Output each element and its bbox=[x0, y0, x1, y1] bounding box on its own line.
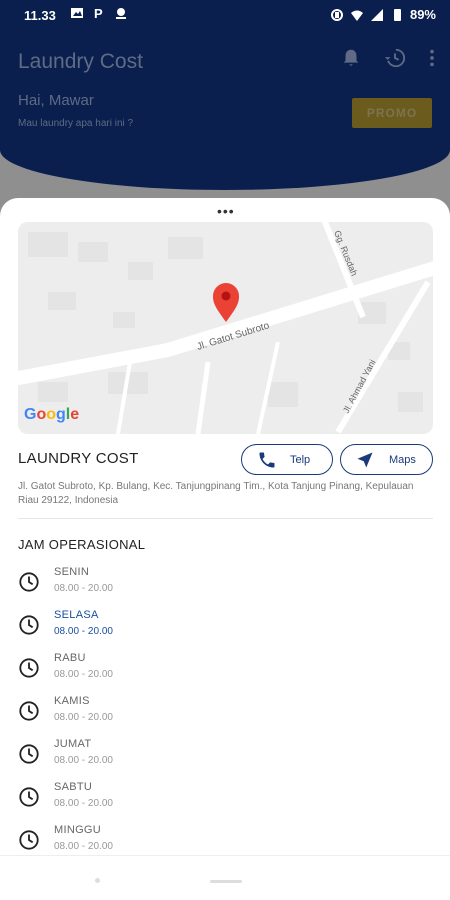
vibrate-icon bbox=[330, 8, 343, 21]
clock-icon bbox=[19, 658, 39, 678]
day-hours: 08.00 - 20.00 bbox=[54, 755, 113, 766]
shop-address: Jl. Gatot Subroto, Kp. Bulang, Kec. Tanj… bbox=[18, 481, 414, 506]
maps-button[interactable]: Maps bbox=[340, 444, 433, 475]
clock-icon bbox=[19, 830, 39, 850]
status-time: 11.33 bbox=[24, 8, 56, 23]
subgreeting: Mau laundry apa hari ini ? bbox=[18, 118, 134, 129]
greeting: Hai, Mawar bbox=[18, 92, 94, 109]
day-hours: 08.00 - 20.00 bbox=[54, 583, 113, 594]
day-hours: 08.00 - 20.00 bbox=[54, 841, 113, 852]
sheet-handle[interactable]: ••• bbox=[217, 204, 235, 218]
data-icon bbox=[116, 8, 126, 19]
day-hours: 08.00 - 20.00 bbox=[54, 669, 113, 680]
telp-label: Telp bbox=[290, 454, 311, 466]
clock-icon bbox=[19, 572, 39, 592]
nav-back-button[interactable] bbox=[95, 878, 100, 883]
map-view[interactable]: Jl. Gatot Subroto Gg. Rusdah Jl. Ahmad Y… bbox=[18, 222, 433, 434]
header: 11.33 P 89% Laundry Cost Hai, Mawar Mau … bbox=[0, 0, 450, 190]
status-left-icons: P bbox=[70, 6, 128, 20]
google-logo: Google bbox=[24, 406, 80, 423]
day-name: MINGGU bbox=[54, 824, 102, 836]
status-bar: 11.33 P 89% bbox=[0, 0, 450, 32]
day-name: SENIN bbox=[54, 566, 90, 578]
day-hours: 08.00 - 20.00 bbox=[54, 626, 113, 637]
day-hours: 08.00 - 20.00 bbox=[54, 798, 113, 809]
app-title: Laundry Cost bbox=[18, 50, 143, 73]
wifi-icon bbox=[350, 10, 363, 21]
svg-text:P: P bbox=[94, 6, 103, 20]
day-name: SABTU bbox=[54, 781, 93, 793]
operating-hours-title: JAM OPERASIONAL bbox=[18, 537, 146, 552]
day-row-kamis: KAMIS 08.00 - 20.00 bbox=[18, 695, 318, 735]
system-nav-bar bbox=[0, 855, 450, 900]
parking-icon: P bbox=[94, 6, 103, 20]
day-name: JUMAT bbox=[54, 738, 92, 750]
clock-icon bbox=[19, 615, 39, 635]
nav-home-gesture-bar[interactable] bbox=[210, 880, 242, 883]
more-vert-icon[interactable] bbox=[428, 47, 436, 69]
appbar-actions bbox=[340, 47, 436, 69]
shop-name: LAUNDRY COST bbox=[18, 450, 139, 467]
day-row-rabu: RABU 08.00 - 20.00 bbox=[18, 652, 318, 692]
status-right: 89% bbox=[330, 7, 436, 22]
divider bbox=[18, 518, 433, 519]
battery-icon bbox=[393, 8, 401, 21]
clock-icon bbox=[19, 787, 39, 807]
map-graphic: Jl. Gatot Subroto Gg. Rusdah Jl. Ahmad Y… bbox=[18, 222, 433, 434]
day-name: SELASA bbox=[54, 609, 99, 621]
bell-icon[interactable] bbox=[340, 47, 362, 69]
location-bottom-sheet: ••• Jl. Gatot Subroto Gg. Rusdah Jl. Ahm… bbox=[0, 198, 450, 900]
day-row-sabtu: SABTU 08.00 - 20.00 bbox=[18, 781, 318, 821]
day-hours: 08.00 - 20.00 bbox=[54, 712, 113, 723]
navigation-arrow-icon bbox=[357, 452, 373, 468]
phone-icon bbox=[259, 452, 275, 468]
promo-badge[interactable]: PROMO bbox=[352, 98, 432, 128]
telp-button[interactable]: Telp bbox=[241, 444, 333, 475]
image-icon bbox=[71, 8, 83, 18]
day-row-selasa: SELASA 08.00 - 20.00 bbox=[18, 609, 318, 649]
clock-icon bbox=[19, 701, 39, 721]
day-row-senin: SENIN 08.00 - 20.00 bbox=[18, 566, 318, 606]
signal-icon bbox=[370, 8, 383, 21]
clock-icon bbox=[19, 744, 39, 764]
maps-label: Maps bbox=[389, 454, 416, 466]
day-name: KAMIS bbox=[54, 695, 90, 707]
day-row-jumat: JUMAT 08.00 - 20.00 bbox=[18, 738, 318, 778]
day-name: RABU bbox=[54, 652, 86, 664]
battery-percent: 89% bbox=[409, 7, 436, 22]
history-icon[interactable] bbox=[384, 47, 406, 69]
